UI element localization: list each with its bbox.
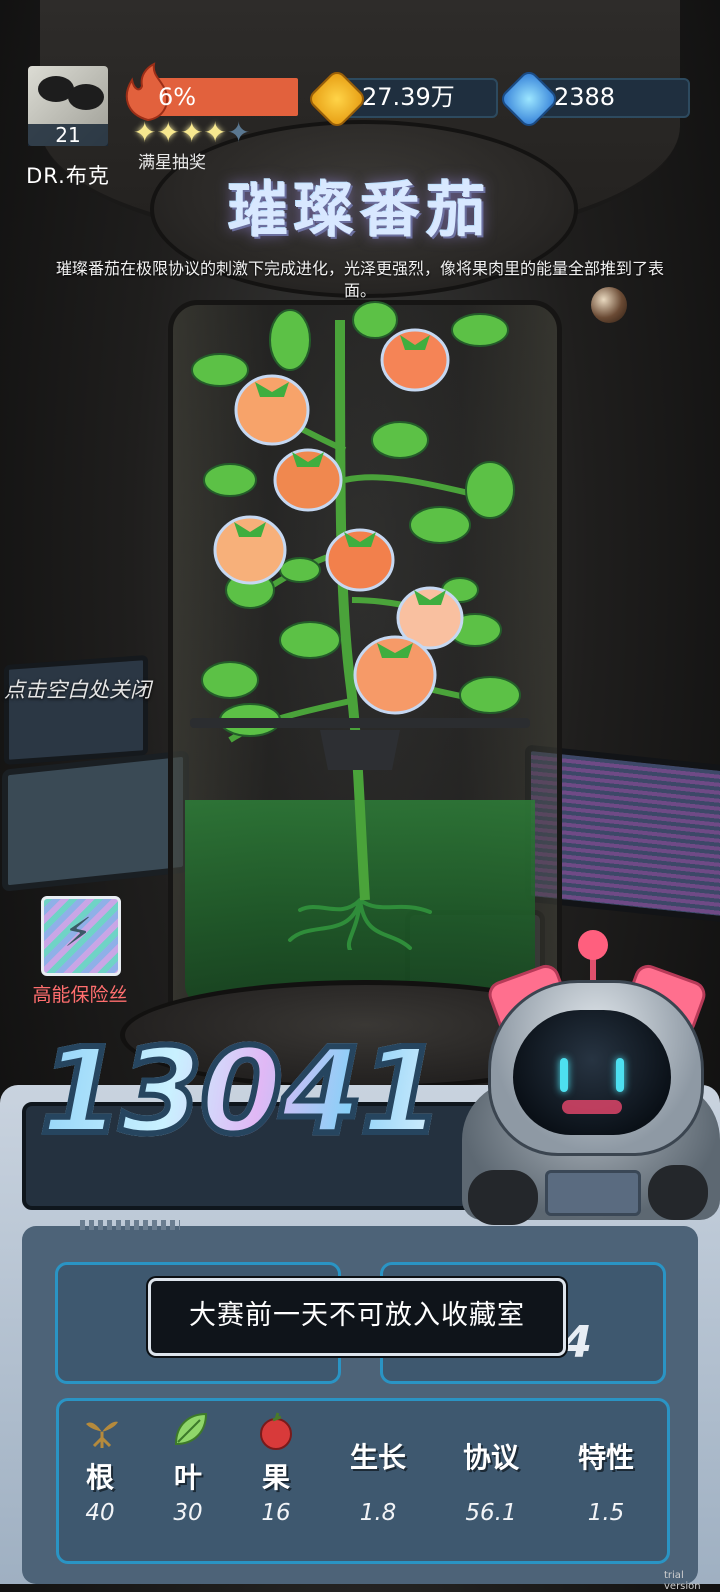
robot-left-eye [560, 1058, 568, 1092]
stat-value-root: 40 [85, 1500, 115, 1526]
star-rating: ✦✦✦✦✦ [133, 116, 250, 149]
warning-toast: 大赛前一天不可放入收藏室 [148, 1278, 566, 1356]
star-icon: ✦ [133, 116, 157, 149]
star-icon: ✦ [179, 116, 204, 149]
trial-watermark: trial version [664, 1570, 701, 1592]
robot-antenna-ball [578, 930, 608, 960]
left-monitor [4, 654, 148, 766]
stat-value-growth: 1.8 [359, 1500, 397, 1526]
robot-left-hand [468, 1170, 538, 1225]
stat-label-fruit: 果 [261, 1461, 290, 1494]
lightning-fuse-icon: ⚡ [63, 910, 93, 956]
star-icon: ✦ [156, 116, 180, 149]
plant-description: 璀璨番茄在极限协议的刺激下完成进化，光泽更强烈，像将果肉里的能量全部推到了表面。 [55, 259, 664, 300]
tomato-plant-illustration [190, 301, 530, 950]
star-icon: ✦ [203, 116, 227, 149]
stat-value-fruit: 16 [261, 1500, 291, 1526]
panel-grille [80, 1220, 180, 1230]
gold-amount: 27.39万 [362, 83, 455, 111]
player-level: 21 [28, 124, 108, 146]
gem-amount: 2388 [554, 83, 616, 111]
red-fruit-icon [260, 1412, 292, 1450]
robot-mouth [562, 1100, 622, 1114]
star-empty-icon: ✦ [226, 116, 251, 149]
robot-chest-screen [545, 1170, 641, 1216]
stat-label-leaf: 叶 [173, 1461, 202, 1494]
robot-right-eye [616, 1058, 624, 1092]
stat-value-leaf: 30 [173, 1500, 203, 1526]
progress-percent: 6% [158, 83, 197, 111]
stat-value-trait: 1.5 [587, 1500, 625, 1526]
stat-value-protocol: 56.1 [465, 1500, 517, 1526]
stat-label-protocol: 协议 [462, 1441, 519, 1474]
close-hint: 点击空白处关闭 [4, 678, 151, 702]
stat-label-trait: 特性 [577, 1441, 634, 1474]
sprout-root-icon [86, 1421, 118, 1448]
green-leaf-icon [174, 1412, 208, 1446]
stat-label-root: 根 [85, 1461, 114, 1494]
plant-title: 璀璨番茄 [228, 176, 492, 246]
robot-right-hand [648, 1165, 708, 1220]
fuse-label: 高能保险丝 [32, 984, 128, 1006]
robot-face [513, 1010, 671, 1135]
left-console [2, 750, 189, 892]
stat-label-growth: 生长 [349, 1441, 406, 1474]
